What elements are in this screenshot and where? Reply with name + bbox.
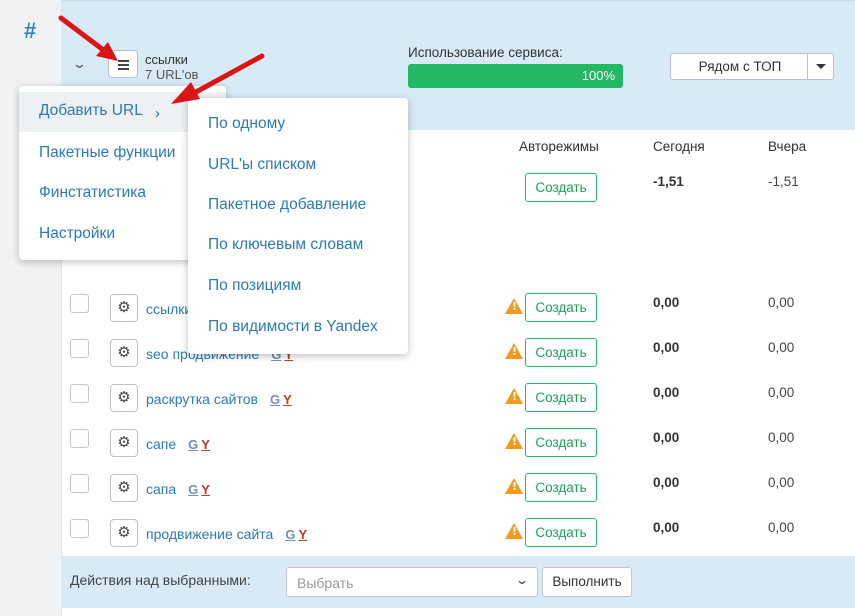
gear-icon[interactable]: ⚙ bbox=[110, 294, 138, 322]
today-value: 0,00 bbox=[653, 295, 680, 310]
menu-item-settings[interactable]: Настройки bbox=[39, 225, 115, 243]
project-menu-button[interactable] bbox=[108, 50, 138, 78]
gear-icon[interactable]: ⚙ bbox=[110, 429, 138, 457]
menu-item-add-url[interactable]: Добавить URL bbox=[39, 102, 143, 120]
google-link[interactable]: G bbox=[188, 437, 198, 452]
yesterday-value: 0,00 bbox=[768, 475, 795, 490]
sort-caret-icon[interactable] bbox=[807, 54, 833, 79]
hash-icon[interactable]: # bbox=[24, 18, 36, 44]
keyword-link[interactable]: сапа bbox=[146, 481, 176, 497]
create-automode-button[interactable]: Создать bbox=[525, 428, 597, 457]
summary-create-button[interactable]: Создать bbox=[525, 173, 597, 202]
create-automode-button[interactable]: Создать bbox=[525, 383, 597, 412]
run-button[interactable]: Выполнить bbox=[542, 567, 632, 597]
gear-icon[interactable]: ⚙ bbox=[110, 474, 138, 502]
submenu-item-batch-add[interactable]: Пакетное добавление bbox=[208, 196, 366, 214]
today-value: 0,00 bbox=[653, 340, 680, 355]
warning-icon: ! bbox=[505, 343, 523, 359]
today-value: 0,00 bbox=[653, 475, 680, 490]
collapse-chevron-icon[interactable]: ⌄ bbox=[72, 56, 87, 72]
keyword-link[interactable]: сапе bbox=[146, 436, 176, 452]
yesterday-value: 0,00 bbox=[768, 520, 795, 535]
add-url-submenu: По одному URL'ы списком Пакетное добавле… bbox=[188, 98, 408, 354]
warning-icon: ! bbox=[505, 478, 523, 494]
warning-icon: ! bbox=[505, 298, 523, 314]
bulk-action-placeholder[interactable]: Выбрать bbox=[297, 575, 353, 591]
row-checkbox[interactable] bbox=[70, 474, 89, 493]
warning-icon: ! bbox=[505, 388, 523, 404]
menu-item-finstats[interactable]: Финстатистика bbox=[39, 184, 146, 202]
usage-progress-bar: 100% bbox=[408, 64, 623, 88]
keyword-link[interactable]: раскрутка сайтов bbox=[146, 391, 258, 407]
keyword-cell: сапа G Y bbox=[146, 481, 210, 497]
row-checkbox[interactable] bbox=[70, 384, 89, 403]
usage-percent: 100% bbox=[581, 68, 615, 83]
row-checkbox[interactable] bbox=[70, 429, 89, 448]
row-checkbox[interactable] bbox=[70, 519, 89, 538]
google-link[interactable]: G bbox=[188, 482, 198, 497]
yesterday-value: 0,00 bbox=[768, 385, 795, 400]
row-checkbox[interactable] bbox=[70, 339, 89, 358]
submenu-item-one-by-one[interactable]: По одному bbox=[208, 115, 285, 133]
project-url-count: 7 URL'ов bbox=[145, 67, 199, 82]
submenu-item-yandex-visibility[interactable]: По видимости в Yandex bbox=[208, 318, 378, 336]
sort-select[interactable]: Рядом с ТОП bbox=[670, 53, 834, 80]
menu-line-icon bbox=[118, 60, 129, 62]
yandex-link[interactable]: Y bbox=[201, 482, 210, 497]
yandex-link[interactable]: Y bbox=[283, 392, 292, 407]
keyword-cell: продвижение сайта G Y bbox=[146, 526, 307, 542]
yesterday-value: 0,00 bbox=[768, 295, 795, 310]
google-link[interactable]: G bbox=[270, 392, 280, 407]
usage-label: Использование сервиса: bbox=[408, 45, 563, 60]
today-value: 0,00 bbox=[653, 430, 680, 445]
today-value: 0,00 bbox=[653, 520, 680, 535]
keyword-cell: сапе G Y bbox=[146, 436, 210, 452]
bulk-actions-label: Действия над выбранными: bbox=[70, 572, 251, 588]
summary-yesterday-value: -1,51 bbox=[768, 174, 799, 189]
menu-item-batch-functions[interactable]: Пакетные функции bbox=[39, 144, 175, 162]
menu-line-icon bbox=[118, 68, 129, 70]
keyword-link[interactable]: ссылки bbox=[146, 301, 192, 317]
gear-icon[interactable]: ⚙ bbox=[110, 339, 138, 367]
menu-line-icon bbox=[118, 64, 129, 66]
submenu-item-by-keywords[interactable]: По ключевым словам bbox=[208, 236, 363, 254]
yandex-link[interactable]: Y bbox=[298, 527, 307, 542]
google-link[interactable]: G bbox=[285, 527, 295, 542]
yandex-link[interactable]: Y bbox=[201, 437, 210, 452]
create-automode-button[interactable]: Создать bbox=[525, 293, 597, 322]
column-header-today[interactable]: Сегодня bbox=[653, 139, 705, 154]
create-automode-button[interactable]: Создать bbox=[525, 518, 597, 547]
submenu-chevron-icon: › bbox=[155, 105, 160, 122]
keyword-link[interactable]: продвижение сайта bbox=[146, 526, 273, 542]
submenu-item-url-list[interactable]: URL'ы списком bbox=[208, 156, 316, 174]
column-header-yesterday[interactable]: Вчера bbox=[768, 139, 806, 154]
warning-icon: ! bbox=[505, 433, 523, 449]
warning-icon: ! bbox=[505, 523, 523, 539]
create-automode-button[interactable]: Создать bbox=[525, 338, 597, 367]
gear-icon[interactable]: ⚙ bbox=[110, 519, 138, 547]
sort-selected-value[interactable]: Рядом с ТОП bbox=[671, 59, 809, 74]
yesterday-value: 0,00 bbox=[768, 430, 795, 445]
keyword-cell: раскрутка сайтов G Y bbox=[146, 391, 292, 407]
row-checkbox[interactable] bbox=[70, 294, 89, 313]
column-header-automodes: Авторежимы bbox=[519, 139, 599, 154]
summary-today-value: -1,51 bbox=[653, 174, 684, 189]
bulk-action-select[interactable]: Выбрать ⌄ bbox=[286, 567, 538, 597]
submenu-item-by-positions[interactable]: По позициям bbox=[208, 277, 301, 295]
yesterday-value: 0,00 bbox=[768, 340, 795, 355]
project-name: ссылки bbox=[145, 52, 188, 67]
create-automode-button[interactable]: Создать bbox=[525, 473, 597, 502]
today-value: 0,00 bbox=[653, 385, 680, 400]
chevron-down-icon[interactable]: ⌄ bbox=[515, 573, 529, 587]
gear-icon[interactable]: ⚙ bbox=[110, 384, 138, 412]
